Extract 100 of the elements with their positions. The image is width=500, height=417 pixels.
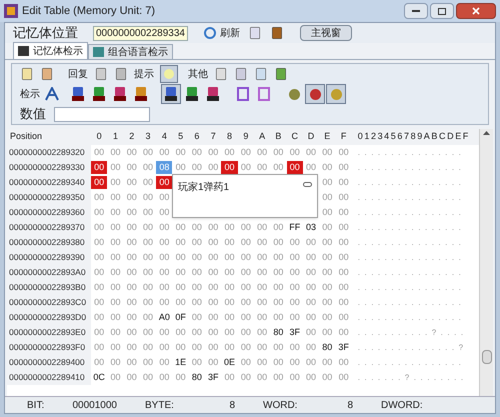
hex-cell[interactable]: 00 (172, 251, 189, 264)
hex-cell[interactable]: 00 (221, 221, 238, 234)
hex-cell[interactable]: 00 (172, 221, 189, 234)
main-window-button[interactable]: 主视窗 (300, 25, 352, 41)
hex-cell[interactable]: 00 (140, 281, 156, 294)
hex-cell[interactable]: 00 (188, 251, 206, 264)
hex-cell[interactable]: A0 (156, 311, 172, 324)
hex-cell[interactable]: 00 (238, 221, 254, 234)
hex-cell[interactable]: 00 (107, 266, 124, 279)
scrollbar-thumb[interactable] (482, 350, 492, 364)
hex-cell[interactable]: 00 (205, 161, 222, 174)
hex-cell[interactable]: 00 (205, 311, 222, 324)
hex-cell[interactable]: 3F (335, 341, 352, 354)
hex-cell[interactable]: 00 (254, 221, 270, 234)
scroll-up-icon[interactable] (483, 131, 490, 135)
hex-cell[interactable]: 00 (238, 356, 254, 369)
hex-cell[interactable]: 00 (107, 326, 124, 339)
hex-cell[interactable]: 00 (188, 161, 206, 174)
hex-cell[interactable]: 00 (286, 341, 303, 354)
hex-cell[interactable]: 00 (270, 341, 287, 354)
hex-cell[interactable]: 00 (91, 281, 108, 294)
hex-cell[interactable]: 00 (238, 146, 254, 159)
hex-cell[interactable]: 00 (238, 296, 254, 309)
hex-cell[interactable]: 00 (107, 311, 124, 324)
hex-cell[interactable]: 00 (302, 296, 320, 309)
hex-cell[interactable]: 00 (302, 356, 320, 369)
hex-cell[interactable]: 00 (140, 251, 156, 264)
hex-cell[interactable]: 00 (140, 161, 156, 174)
hex-cell[interactable]: 00 (91, 356, 108, 369)
hex-cell[interactable]: 00 (254, 326, 270, 339)
hex-cell[interactable]: 00 (238, 161, 254, 174)
hex-cell[interactable]: 00 (124, 161, 140, 174)
hex-cell[interactable]: 00 (140, 326, 156, 339)
hex-cell[interactable]: 00 (188, 221, 206, 234)
hex-cell[interactable]: 3F (286, 326, 303, 339)
hex-cell[interactable]: 00 (254, 266, 270, 279)
hex-cell[interactable]: 00 (286, 161, 303, 174)
hex-cell[interactable]: 00 (254, 161, 270, 174)
hex-cell[interactable]: 00 (335, 191, 352, 204)
hex-cell[interactable]: 00 (205, 146, 222, 159)
hex-cell[interactable]: 00 (221, 251, 238, 264)
hex-cell[interactable]: 00 (302, 161, 320, 174)
hex-cell[interactable]: 00 (91, 326, 108, 339)
hex-cell[interactable]: 00 (335, 371, 352, 384)
hex-cell[interactable]: 00 (335, 356, 352, 369)
hex-cell[interactable]: 00 (140, 146, 156, 159)
hex-cell[interactable]: 00 (124, 296, 140, 309)
hex-cell[interactable]: 00 (156, 236, 172, 249)
hex-cell[interactable]: 00 (302, 311, 320, 324)
hex-cell[interactable]: 00 (270, 266, 287, 279)
hex-cell[interactable]: 00 (205, 251, 222, 264)
hex-cell[interactable]: 00 (221, 371, 238, 384)
hex-cell[interactable]: 00 (140, 176, 156, 189)
hex-cell[interactable]: 00 (172, 296, 189, 309)
hex-cell[interactable]: 00 (124, 341, 140, 354)
hex-cell[interactable]: 00 (270, 221, 287, 234)
hex-cell[interactable]: 00 (124, 236, 140, 249)
hex-cell[interactable]: 00 (140, 371, 156, 384)
hex-cell[interactable]: 00 (205, 221, 222, 234)
hex-cell[interactable]: 00 (156, 341, 172, 354)
hex-cell[interactable]: 00 (319, 296, 336, 309)
hex-cell[interactable]: 00 (335, 176, 352, 189)
hex-cell[interactable]: 00 (124, 356, 140, 369)
hex-cell[interactable]: 00 (188, 236, 206, 249)
hex-cell[interactable]: 00 (91, 206, 108, 219)
scrollbar[interactable] (479, 129, 493, 396)
hex-cell[interactable]: 00 (335, 251, 352, 264)
hex-cell[interactable]: 00 (238, 326, 254, 339)
hex-cell[interactable]: 00 (302, 281, 320, 294)
hex-cell[interactable]: 00 (205, 236, 222, 249)
hex-cell[interactable]: 00 (286, 371, 303, 384)
hex-cell[interactable]: 00 (205, 356, 222, 369)
hex-cell[interactable]: 00 (286, 296, 303, 309)
hex-cell[interactable]: 00 (156, 371, 172, 384)
hex-cell[interactable]: 00 (254, 251, 270, 264)
hex-cell[interactable]: 00 (107, 236, 124, 249)
hex-cell[interactable]: 00 (335, 161, 352, 174)
hex-cell[interactable]: 0E (221, 356, 238, 369)
maximize-button[interactable] (430, 3, 454, 19)
hex-cell[interactable]: 00 (335, 146, 352, 159)
hex-cell[interactable]: 00 (270, 296, 287, 309)
hex-cell[interactable]: 00 (140, 191, 156, 204)
hex-cell[interactable]: 00 (335, 281, 352, 294)
hex-cell[interactable]: 00 (140, 341, 156, 354)
minimize-button[interactable] (404, 3, 428, 19)
hex-cell[interactable]: 00 (302, 266, 320, 279)
hex-cell[interactable]: 00 (124, 371, 140, 384)
hex-cell[interactable]: 80 (270, 326, 287, 339)
hex-cell[interactable]: 00 (172, 281, 189, 294)
hex-cell[interactable]: 00 (188, 341, 206, 354)
hex-cell[interactable]: 00 (188, 281, 206, 294)
hex-cell[interactable]: 00 (319, 371, 336, 384)
hex-cell[interactable]: 00 (172, 266, 189, 279)
hex-cell[interactable]: 00 (124, 176, 140, 189)
hex-cell[interactable]: 00 (335, 296, 352, 309)
hex-cell[interactable]: 00 (140, 356, 156, 369)
hex-cell[interactable]: 00 (335, 311, 352, 324)
hex-cell[interactable]: 00 (91, 176, 108, 189)
hex-cell[interactable]: 00 (124, 266, 140, 279)
hex-cell[interactable]: 00 (254, 341, 270, 354)
